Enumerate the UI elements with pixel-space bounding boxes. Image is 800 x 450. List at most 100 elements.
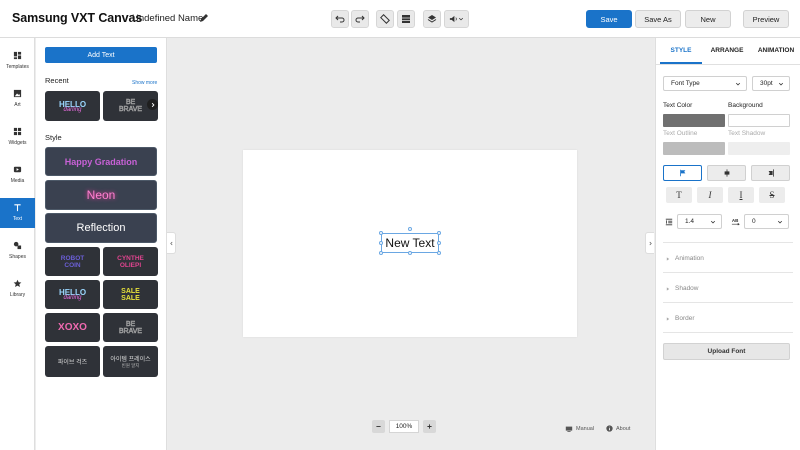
preview-button[interactable]: Preview — [743, 10, 789, 28]
zoom-in-button[interactable] — [423, 420, 436, 433]
style-happy-gradation[interactable]: Happy Gradation — [45, 147, 157, 176]
style-robot-coin[interactable]: ROBOT COIN — [45, 247, 100, 276]
style-cynthe-oliepi[interactable]: CYNTHE OLIEPI — [103, 247, 158, 276]
text-shadow-swatch[interactable] — [728, 142, 790, 155]
align-left-button[interactable] — [663, 165, 702, 181]
rotate-handle[interactable] — [408, 227, 412, 231]
save-button[interactable]: Save — [586, 10, 632, 28]
strikethrough-button[interactable]: S — [759, 187, 785, 203]
style-be-brave[interactable]: BE BRAVE — [103, 313, 158, 342]
document-name[interactable]: Undefined Name — [132, 13, 203, 24]
caret-right-icon — [666, 256, 670, 261]
resize-handle[interactable] — [379, 251, 383, 255]
nav-item-widgets[interactable]: Widgets — [0, 122, 35, 152]
tab-animation[interactable]: ANIMATION — [754, 38, 798, 62]
thumb-text: darling — [63, 106, 82, 113]
accordion-border[interactable]: Border — [666, 315, 695, 322]
accordion-shadow[interactable]: Shadow — [666, 285, 699, 292]
show-more-link[interactable]: Show more — [132, 80, 157, 86]
ruler-button[interactable] — [376, 10, 394, 28]
align-right-button[interactable] — [751, 165, 790, 181]
text-outline-label: Text Outline — [663, 130, 698, 137]
nav-item-templates[interactable]: Templates — [0, 46, 35, 76]
style-hello-darling[interactable]: HELLO darling — [45, 280, 100, 309]
templates-icon — [13, 51, 22, 60]
volume-button[interactable] — [444, 10, 469, 28]
nav-label: Media — [10, 178, 25, 184]
thumb-text: Happy Gradation — [64, 156, 138, 167]
chevron-left-icon — [169, 241, 173, 245]
text-outline-swatch[interactable] — [663, 142, 725, 155]
text-color-swatch[interactable] — [663, 114, 725, 127]
layers-button[interactable] — [423, 10, 441, 28]
line-height-value: 1.4 — [685, 218, 695, 225]
left-navigation: Templates Art Widgets Media Text Shapes … — [0, 38, 35, 450]
tab-style[interactable]: STYLE — [660, 38, 702, 62]
font-type-select[interactable]: Font Type — [663, 76, 747, 91]
about-link[interactable]: About — [606, 425, 630, 432]
zoom-level[interactable]: 100% — [389, 420, 419, 433]
manual-link[interactable]: Manual — [565, 425, 594, 433]
divider — [663, 332, 793, 333]
thumb-text: BRAVE — [118, 106, 143, 114]
recent-heading: Recent — [45, 76, 69, 85]
thumb-text: Reflection — [76, 222, 126, 234]
nav-label: Library — [9, 292, 26, 298]
style-korean-2[interactable]: 아이템 프레이스 빈원 알지 — [103, 346, 158, 377]
style-reflection[interactable]: Reflection — [45, 213, 157, 243]
recent-next-button[interactable] — [147, 99, 158, 110]
resize-handle[interactable] — [437, 241, 441, 245]
grid-button[interactable] — [397, 10, 415, 28]
text-style-button[interactable]: T — [666, 187, 692, 203]
divider — [663, 272, 793, 273]
collapse-right-panel-button[interactable] — [645, 232, 654, 254]
resize-handle[interactable] — [379, 241, 383, 245]
nav-item-library[interactable]: Library — [0, 274, 35, 304]
new-button[interactable]: New — [685, 10, 731, 28]
style-xoxo[interactable]: XOXO — [45, 313, 100, 342]
save-as-button[interactable]: Save As — [635, 10, 681, 28]
align-center-button[interactable] — [707, 165, 746, 181]
resize-handle[interactable] — [437, 251, 441, 255]
tab-arrange[interactable]: ARRANGE — [706, 38, 748, 62]
accordion-animation[interactable]: Animation — [666, 255, 704, 262]
thumb-text: darling — [63, 295, 82, 301]
resize-handle[interactable] — [437, 231, 441, 235]
line-height-select[interactable]: 1.4 — [677, 214, 722, 229]
nav-item-art[interactable]: Art — [0, 84, 35, 114]
add-text-button[interactable]: Add Text — [45, 47, 157, 63]
font-size-select[interactable]: 30pt — [752, 76, 790, 91]
font-size-value: 30pt — [760, 80, 773, 87]
redo-button[interactable] — [351, 10, 369, 28]
letter-spacing-select[interactable]: 0 — [744, 214, 789, 229]
nav-item-media[interactable]: Media — [0, 160, 35, 190]
upload-font-button[interactable]: Upload Font — [663, 343, 790, 360]
monitor-icon — [565, 426, 573, 432]
resize-handle[interactable] — [408, 251, 412, 255]
grid-icon — [402, 15, 410, 23]
italic-button[interactable]: I — [697, 187, 723, 203]
style-heading: Style — [45, 133, 62, 142]
resize-handle[interactable] — [379, 231, 383, 235]
collapse-left-panel-button[interactable] — [167, 232, 176, 254]
underline-button[interactable]: I — [728, 187, 754, 203]
nav-label: Shapes — [9, 254, 26, 260]
thumb-text: BRAVE — [118, 327, 143, 335]
library-icon — [13, 279, 22, 288]
text-element[interactable]: New Text — [381, 233, 439, 253]
style-neon[interactable]: Neon — [45, 180, 157, 210]
thumb-text: CYNTHE — [117, 254, 144, 262]
text-shadow-label: Text Shadow — [728, 130, 766, 137]
style-korean-1[interactable]: 파이브 걱즈 — [45, 346, 100, 377]
letter-spacing-value: 0 — [752, 218, 756, 225]
pencil-icon[interactable] — [199, 13, 209, 23]
background-color-swatch[interactable] — [728, 114, 790, 127]
style-sale[interactable]: SALE SALE — [103, 280, 158, 309]
nav-item-shapes[interactable]: Shapes — [0, 236, 35, 266]
zoom-out-button[interactable] — [372, 420, 385, 433]
undo-button[interactable] — [331, 10, 349, 28]
ruler-icon — [380, 14, 390, 24]
recent-style-hello[interactable]: HELLO darling — [45, 91, 100, 121]
nav-item-text[interactable]: Text — [0, 198, 35, 228]
caret-right-icon — [666, 316, 670, 321]
